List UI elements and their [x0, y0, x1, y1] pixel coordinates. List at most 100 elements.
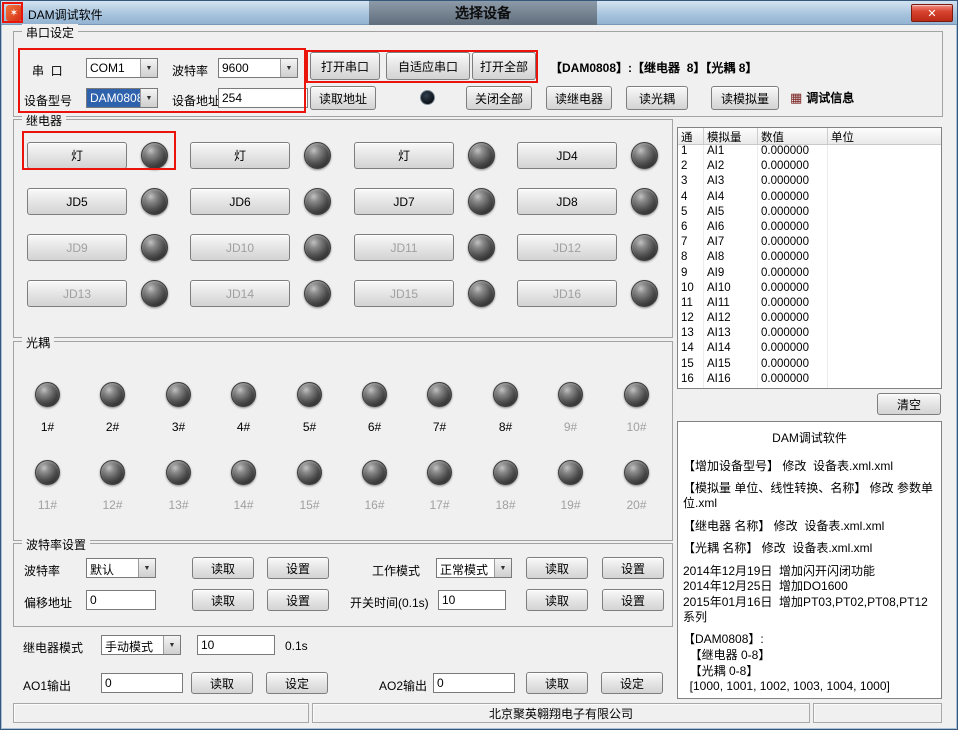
clear-button[interactable]: 清空 [877, 393, 941, 415]
work-mode-read-button[interactable]: 读取 [526, 557, 588, 579]
offset-address-input[interactable] [86, 590, 156, 610]
table-row[interactable]: 14AI140.000000 [678, 342, 941, 357]
relay-button-9[interactable]: JD9 [27, 234, 127, 261]
relay-time-input[interactable] [197, 635, 275, 655]
ao2-input[interactable] [433, 673, 515, 693]
debug-info-button[interactable]: ▦ 调试信息 [790, 89, 854, 106]
opto-channel-label-15: 15# [289, 498, 330, 512]
chevron-down-icon[interactable]: ▼ [494, 559, 511, 577]
offset-set-button[interactable]: 设置 [267, 589, 329, 611]
relay-led-10[interactable] [304, 234, 331, 261]
relay-button-16[interactable]: JD16 [517, 280, 617, 307]
relay-led-8[interactable] [631, 188, 658, 215]
relay-button-4[interactable]: JD4 [517, 142, 617, 169]
relay-button-1[interactable]: 灯 [27, 142, 127, 169]
table-row[interactable]: 6AI60.000000 [678, 221, 941, 236]
baud-rate-combo[interactable]: 9600 ▼ [218, 58, 298, 78]
table-header-cell[interactable]: 数值 [758, 128, 828, 144]
switch-time-set-button[interactable]: 设置 [602, 589, 664, 611]
baud-set-button[interactable]: 设置 [267, 557, 329, 579]
read-opto-button[interactable]: 读光耦 [626, 86, 688, 110]
table-row[interactable]: 15AI150.000000 [678, 358, 941, 373]
table-row[interactable]: 11AI110.000000 [678, 297, 941, 312]
close-all-button[interactable]: 关闭全部 [466, 86, 532, 110]
chevron-down-icon[interactable]: ▼ [140, 59, 157, 77]
analog-table: 通模拟量数值单位 1AI10.0000002AI20.0000003AI30.0… [677, 127, 942, 389]
table-row[interactable]: 5AI50.000000 [678, 206, 941, 221]
table-header-cell[interactable]: 模拟量 [704, 128, 758, 144]
relay-button-13[interactable]: JD13 [27, 280, 127, 307]
chevron-down-icon[interactable]: ▼ [138, 559, 155, 577]
relay-mode-combo[interactable]: 手动模式 ▼ [101, 635, 181, 655]
table-header-cell[interactable]: 单位 [828, 128, 941, 144]
device-address-input[interactable] [218, 88, 308, 108]
table-row[interactable]: 12AI120.000000 [678, 312, 941, 327]
ao1-input[interactable] [101, 673, 183, 693]
table-row[interactable]: 10AI100.000000 [678, 282, 941, 297]
table-row[interactable]: 16AI160.000000 [678, 373, 941, 388]
serial-port-combo[interactable]: COM1 ▼ [86, 58, 158, 78]
relay-led-3[interactable] [468, 142, 495, 169]
device-model-combo[interactable]: DAM0808 ▼ [86, 88, 158, 108]
ao2-read-button[interactable]: 读取 [526, 672, 588, 694]
table-row[interactable]: 2AI20.000000 [678, 160, 941, 175]
table-cell: AI11 [704, 297, 758, 312]
chevron-down-icon[interactable]: ▼ [140, 89, 157, 107]
relay-button-2[interactable]: 灯 [190, 142, 290, 169]
relay-led-16[interactable] [631, 280, 658, 307]
opto-channel-label-20: 20# [616, 498, 657, 512]
relay-button-7[interactable]: JD7 [354, 188, 454, 215]
switch-time-input[interactable] [438, 590, 506, 610]
relay-button-14[interactable]: JD14 [190, 280, 290, 307]
relay-led-5[interactable] [141, 188, 168, 215]
table-row[interactable]: 9AI90.000000 [678, 267, 941, 282]
work-mode-combo[interactable]: 正常模式 ▼ [436, 558, 512, 578]
relay-led-13[interactable] [141, 280, 168, 307]
log-line: 【继电器 0-8】 [683, 648, 936, 663]
table-row[interactable]: 8AI80.000000 [678, 251, 941, 266]
open-serial-button[interactable]: 打开串口 [310, 52, 380, 80]
relay-led-6[interactable] [304, 188, 331, 215]
relay-led-15[interactable] [468, 280, 495, 307]
read-analog-button[interactable]: 读模拟量 [711, 86, 779, 110]
relay-led-12[interactable] [631, 234, 658, 261]
relay-button-10[interactable]: JD10 [190, 234, 290, 261]
ao1-set-button[interactable]: 设定 [266, 672, 328, 694]
table-row[interactable]: 13AI130.000000 [678, 327, 941, 342]
table-header-cell[interactable]: 通 [678, 128, 704, 144]
relay-button-3[interactable]: 灯 [354, 142, 454, 169]
ao2-set-button[interactable]: 设定 [601, 672, 663, 694]
relay-led-1[interactable] [141, 142, 168, 169]
baud-value-combo[interactable]: 默认 ▼ [86, 558, 156, 578]
relay-led-9[interactable] [141, 234, 168, 261]
relay-button-5[interactable]: JD5 [27, 188, 127, 215]
table-cell: 0.000000 [758, 282, 828, 297]
relay-led-2[interactable] [304, 142, 331, 169]
read-address-button[interactable]: 读取地址 [310, 86, 376, 110]
adaptive-serial-button[interactable]: 自适应串口 [386, 52, 470, 80]
chevron-down-icon[interactable]: ▼ [280, 59, 297, 77]
work-mode-set-button[interactable]: 设置 [602, 557, 664, 579]
table-row[interactable]: 3AI30.000000 [678, 175, 941, 190]
relay-led-7[interactable] [468, 188, 495, 215]
relay-button-6[interactable]: JD6 [190, 188, 290, 215]
relay-button-11[interactable]: JD11 [354, 234, 454, 261]
ao1-read-button[interactable]: 读取 [191, 672, 253, 694]
relay-led-11[interactable] [468, 234, 495, 261]
table-row[interactable]: 7AI70.000000 [678, 236, 941, 251]
close-button[interactable]: ✕ [911, 4, 953, 22]
table-row[interactable]: 4AI40.000000 [678, 191, 941, 206]
relay-button-12[interactable]: JD12 [517, 234, 617, 261]
relay-led-14[interactable] [304, 280, 331, 307]
opto-led-19 [558, 460, 583, 485]
table-row[interactable]: 1AI10.000000 [678, 145, 941, 160]
open-all-button[interactable]: 打开全部 [472, 52, 536, 80]
switch-time-read-button[interactable]: 读取 [526, 589, 588, 611]
offset-read-button[interactable]: 读取 [192, 589, 254, 611]
chevron-down-icon[interactable]: ▼ [163, 636, 180, 654]
baud-read-button[interactable]: 读取 [192, 557, 254, 579]
relay-button-15[interactable]: JD15 [354, 280, 454, 307]
relay-led-4[interactable] [631, 142, 658, 169]
read-relay-button[interactable]: 读继电器 [546, 86, 612, 110]
relay-button-8[interactable]: JD8 [517, 188, 617, 215]
